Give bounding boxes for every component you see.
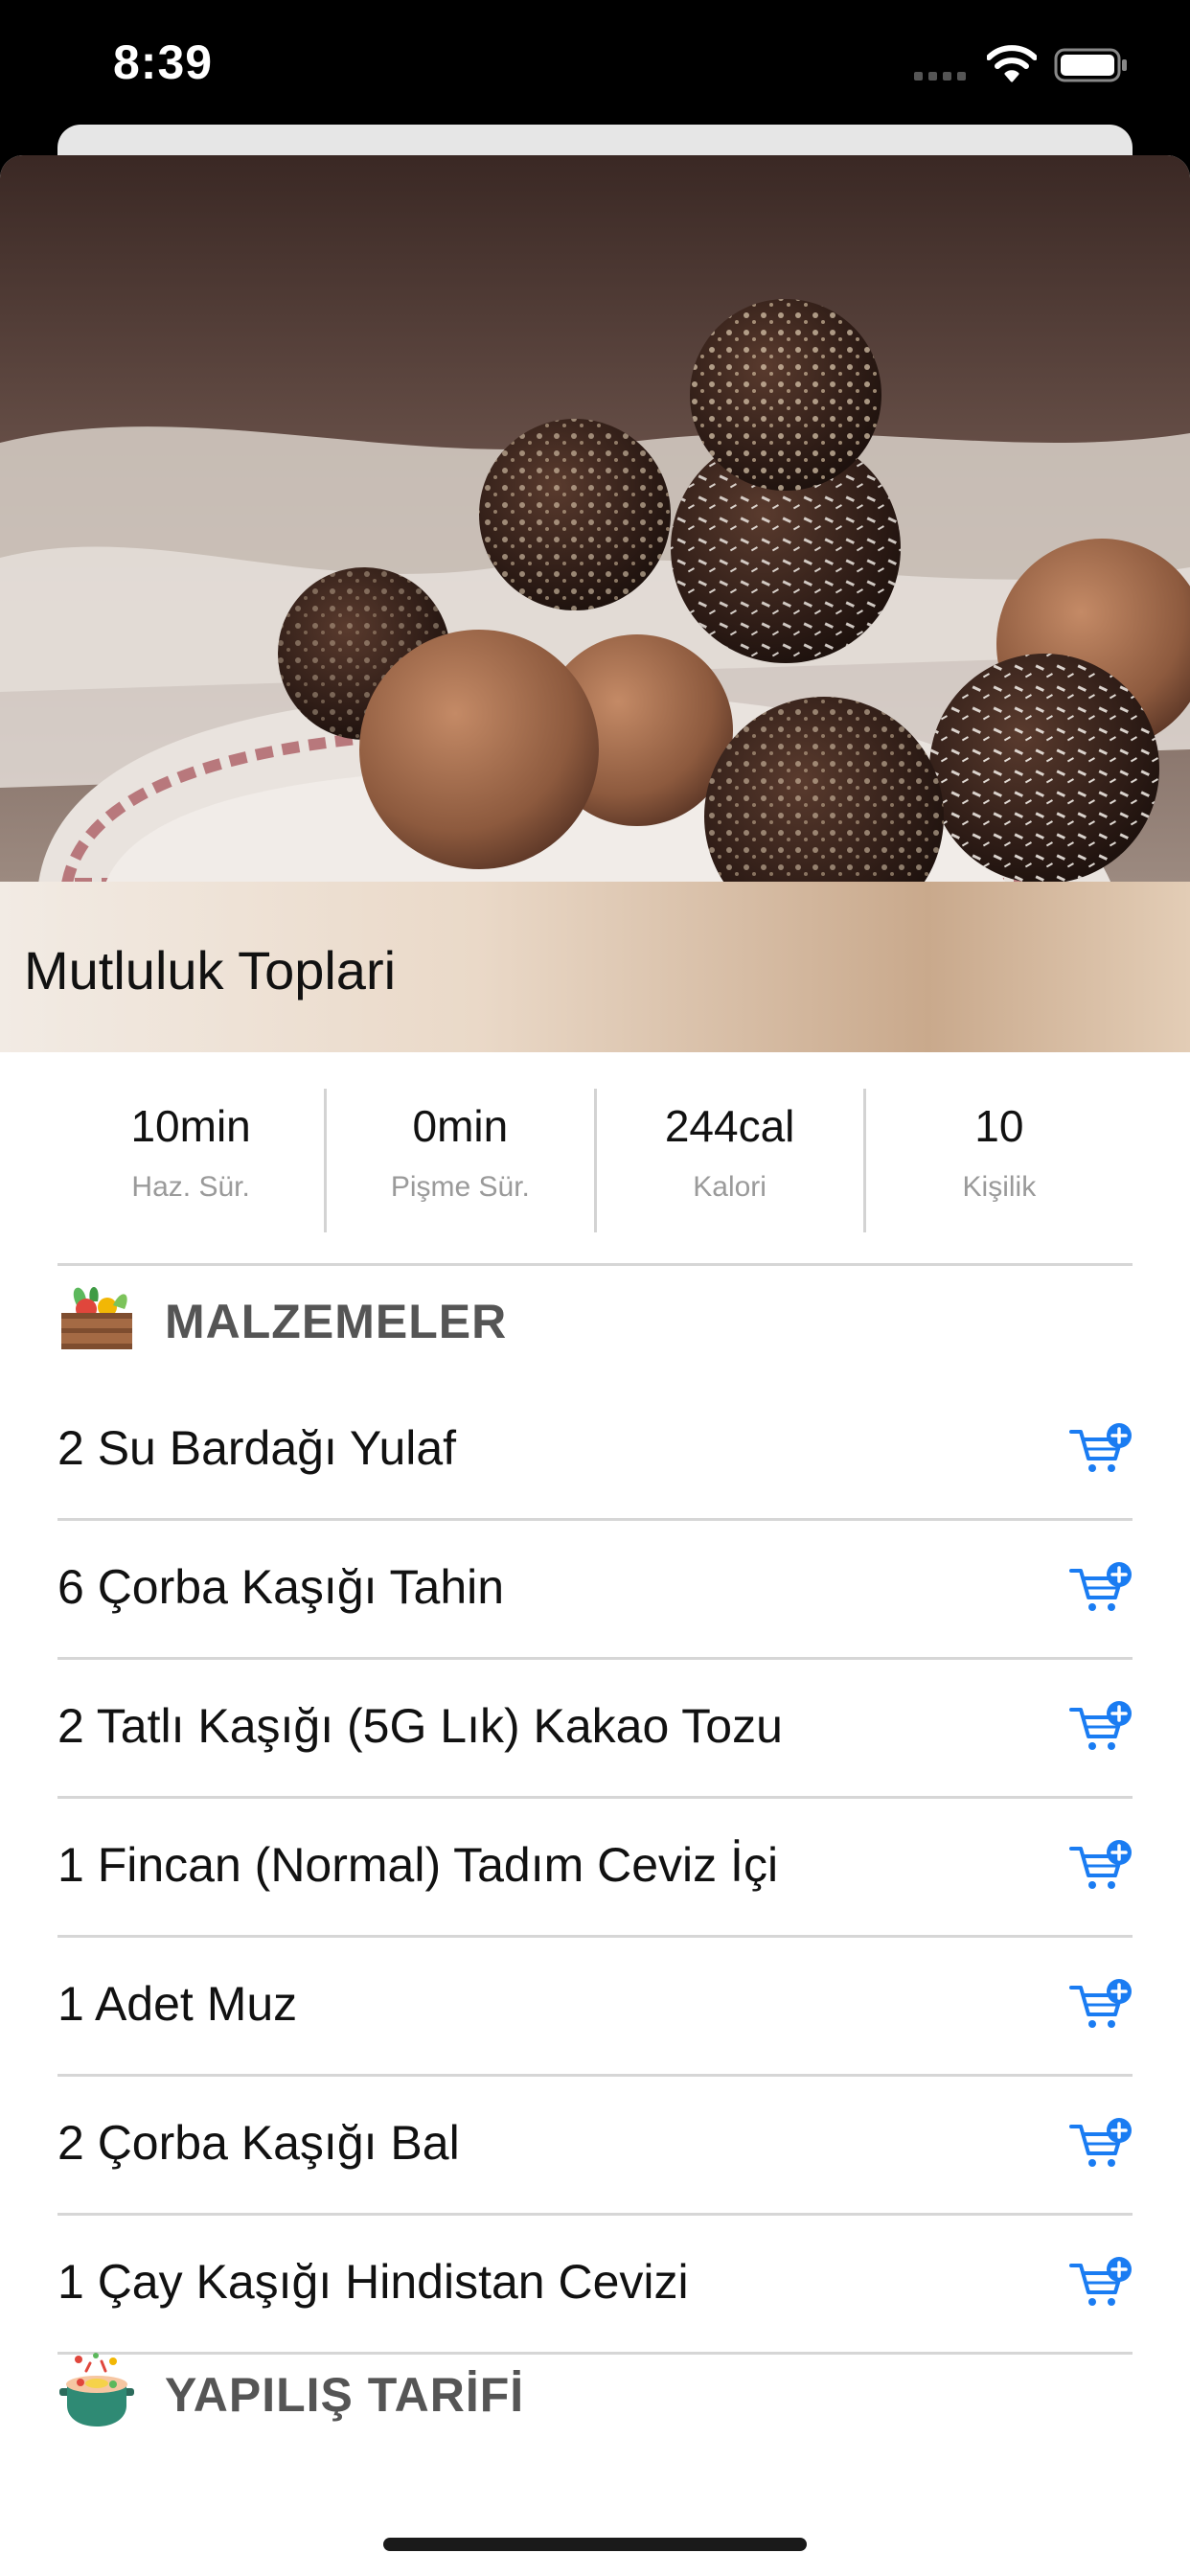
ingredient-name: 6 Çorba Kaşığı Tahin — [57, 1560, 505, 1614]
wifi-icon — [987, 45, 1037, 82]
ingredient-row: 1 Çay Kaşığı Hindistan Cevizi — [57, 2216, 1133, 2355]
recipe-title: Mutluluk Toplari — [24, 940, 397, 1000]
status-time: 8:39 — [113, 35, 214, 89]
battery-icon — [1054, 48, 1127, 82]
instructions-section-header: YAPILIŞ TARİFİ — [57, 2350, 1133, 2436]
add-to-cart-icon[interactable] — [1069, 1422, 1133, 1476]
add-to-cart-icon[interactable] — [1069, 2256, 1133, 2310]
stat-cook-time: 0min Pişme Sür. — [327, 1089, 597, 1232]
cellular-signal-icon — [914, 72, 966, 80]
add-to-cart-icon[interactable] — [1069, 1978, 1133, 2032]
instructions-section-title: YAPILIŞ TARİFİ — [165, 2368, 525, 2422]
recipe-stats: 10min Haz. Sür. 0min Pişme Sür. 244cal K… — [57, 1089, 1133, 1232]
stat-label: Kalori — [693, 1171, 767, 1203]
ingredient-name: 1 Fincan (Normal) Tadım Ceviz İçi — [57, 1838, 779, 1892]
stat-label: Kişilik — [962, 1171, 1037, 1203]
ingredient-name: 2 Çorba Kaşığı Bal — [57, 2116, 460, 2170]
recipe-detail-sheet[interactable]: Mutluluk Toplari 10min Haz. Sür. 0min Pi… — [0, 155, 1190, 2576]
stat-label: Pişme Sür. — [390, 1171, 530, 1203]
home-indicator[interactable] — [383, 2538, 807, 2551]
ingredient-name: 2 Tatlı Kaşığı (5G Lık) Kakao Tozu — [57, 1699, 783, 1753]
ingredient-name: 2 Su Bardağı Yulaf — [57, 1421, 457, 1475]
ingredient-name: 1 Çay Kaşığı Hindistan Cevizi — [57, 2255, 689, 2309]
stat-calories: 244cal Kalori — [597, 1089, 866, 1232]
stat-label: Haz. Sür. — [131, 1171, 250, 1203]
recipe-title-band: Mutluluk Toplari — [0, 882, 1190, 1052]
add-to-cart-icon[interactable] — [1069, 1839, 1133, 1893]
stat-value: 10min — [130, 1101, 251, 1151]
stat-value: 10 — [974, 1101, 1024, 1151]
ingredient-row: 6 Çorba Kaşığı Tahin — [57, 1521, 1133, 1660]
ingredient-list: 2 Su Bardağı Yulaf 6 Çorba Kaşığı Tahin — [57, 1382, 1133, 2355]
vegetable-crate-icon — [61, 1287, 132, 1349]
ingredient-row: 2 Tatlı Kaşığı (5G Lık) Kakao Tozu — [57, 1660, 1133, 1799]
add-to-cart-icon[interactable] — [1069, 1700, 1133, 1754]
stat-prep-time: 10min Haz. Sür. — [57, 1089, 328, 1232]
stat-servings: 10 Kişilik — [866, 1089, 1133, 1232]
ingredient-name: 1 Adet Muz — [57, 1977, 298, 2031]
recipe-photo — [0, 155, 1190, 882]
add-to-cart-icon[interactable] — [1069, 2117, 1133, 2171]
add-to-cart-icon[interactable] — [1069, 1561, 1133, 1615]
ingredient-row: 1 Adet Muz — [57, 1938, 1133, 2077]
ingredient-row: 2 Çorba Kaşığı Bal — [57, 2077, 1133, 2216]
ingredient-row: 2 Su Bardağı Yulaf — [57, 1382, 1133, 1521]
status-bar: 8:39 — [0, 0, 1190, 126]
cooking-pot-icon — [59, 2353, 134, 2426]
stat-value: 244cal — [664, 1101, 795, 1151]
ingredients-section-title: MALZEMELER — [165, 1295, 508, 1348]
stat-value: 0min — [412, 1101, 509, 1151]
divider — [57, 1263, 1133, 1266]
ingredients-section-header: MALZEMELER — [57, 1276, 1133, 1363]
ingredient-row: 1 Fincan (Normal) Tadım Ceviz İçi — [57, 1799, 1133, 1938]
